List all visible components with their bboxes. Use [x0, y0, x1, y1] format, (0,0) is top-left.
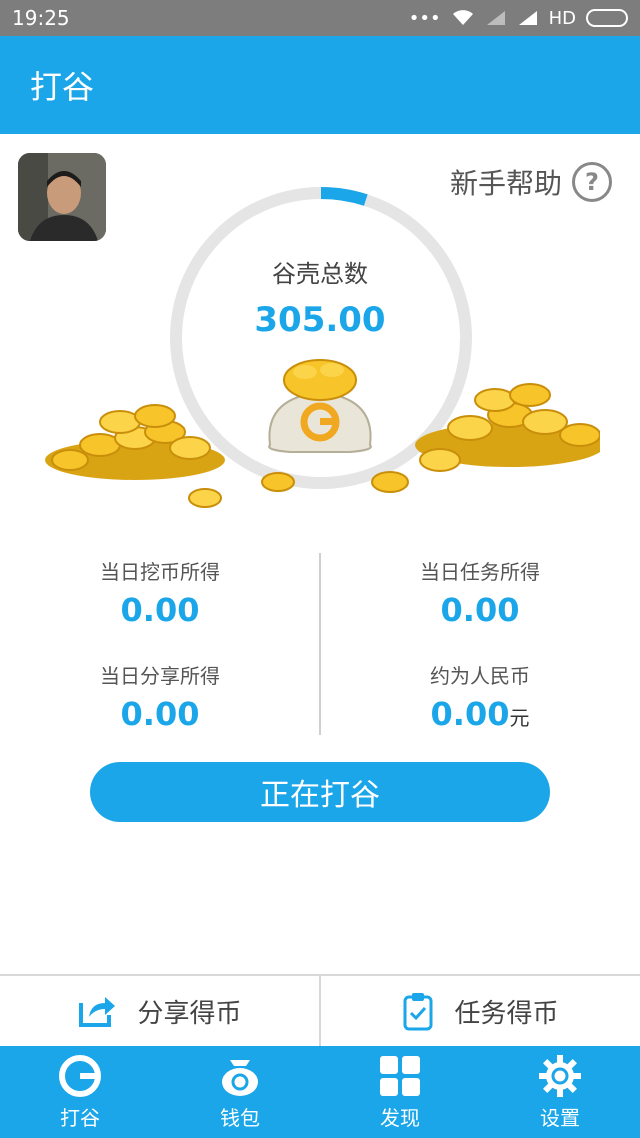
share-icon — [79, 997, 116, 1027]
stat-rmb-value-wrap: 0.00元 — [320, 695, 640, 733]
stat-share-value: 0.00 — [120, 695, 200, 733]
signal-icon — [518, 11, 537, 25]
tab-settings[interactable]: 设置 — [480, 1046, 640, 1138]
question-icon: ? — [572, 162, 612, 202]
action-row: 分享得币 任务得币 — [0, 974, 640, 1046]
clipboard-check-icon — [403, 993, 433, 1031]
wifi-icon — [452, 10, 473, 25]
network-type: HD — [548, 7, 576, 29]
tab-dagu-label: 打谷 — [60, 1105, 100, 1130]
stat-task-value: 0.00 — [440, 591, 520, 629]
stat-rmb: 约为人民币 0.00元 — [320, 660, 640, 733]
stat-mining: 当日挖币所得 0.00 — [0, 556, 320, 629]
app-bar: 打谷 — [0, 36, 640, 134]
signal-off-icon — [486, 11, 505, 25]
bottom-tab-bar: 打谷 钱包 发现 设置 — [0, 1046, 640, 1138]
stat-rmb-value: 0.00 — [430, 695, 510, 733]
stat-rmb-unit: 元 — [509, 706, 530, 730]
tab-dagu[interactable]: 打谷 — [0, 1046, 160, 1138]
grid-icon — [380, 1055, 420, 1096]
task-earn-button[interactable]: 任务得币 — [319, 976, 640, 1046]
status-time: 19:25 — [12, 6, 70, 30]
tab-settings-label: 设置 — [540, 1105, 580, 1130]
help-link[interactable]: 新手帮助 ? — [450, 162, 612, 202]
stat-share-label: 当日分享所得 — [100, 664, 220, 688]
avatar-image — [18, 153, 106, 241]
gear-icon — [539, 1054, 581, 1097]
total-value: 305.00 — [254, 300, 386, 340]
coin-pile-right — [371, 383, 600, 493]
stat-rmb-label: 约为人民币 — [430, 664, 530, 688]
task-earn-label: 任务得币 — [454, 998, 559, 1029]
more-dots-icon: ••• — [408, 7, 441, 29]
stat-share: 当日分享所得 0.00 — [0, 660, 320, 733]
stat-task-label: 当日任务所得 — [420, 560, 540, 584]
share-earn-button[interactable]: 分享得币 — [0, 976, 319, 1046]
avatar[interactable] — [18, 153, 106, 241]
stat-mining-label: 当日挖币所得 — [100, 560, 220, 584]
total-label: 谷壳总数 — [272, 260, 368, 288]
money-bag — [268, 359, 372, 453]
stat-task: 当日任务所得 0.00 — [320, 556, 640, 629]
money-bag-icon — [222, 1059, 258, 1096]
tab-wallet-label: 钱包 — [220, 1105, 260, 1130]
status-bar: 19:25 ••• HD — [0, 0, 640, 36]
tab-discover-label: 发现 — [380, 1105, 420, 1130]
battery-icon — [586, 9, 628, 27]
stat-mining-value: 0.00 — [120, 591, 200, 629]
share-earn-label: 分享得币 — [137, 998, 242, 1029]
coin-pile-left — [45, 404, 295, 508]
tab-wallet[interactable]: 钱包 — [160, 1046, 320, 1138]
tab-discover[interactable]: 发现 — [320, 1046, 480, 1138]
g-logo-icon — [59, 1054, 101, 1097]
page-title: 打谷 — [30, 68, 95, 106]
status-icons: ••• HD — [409, 8, 628, 29]
mining-button[interactable]: 正在打谷 — [90, 762, 550, 822]
coin-bag-illustration — [45, 359, 600, 508]
